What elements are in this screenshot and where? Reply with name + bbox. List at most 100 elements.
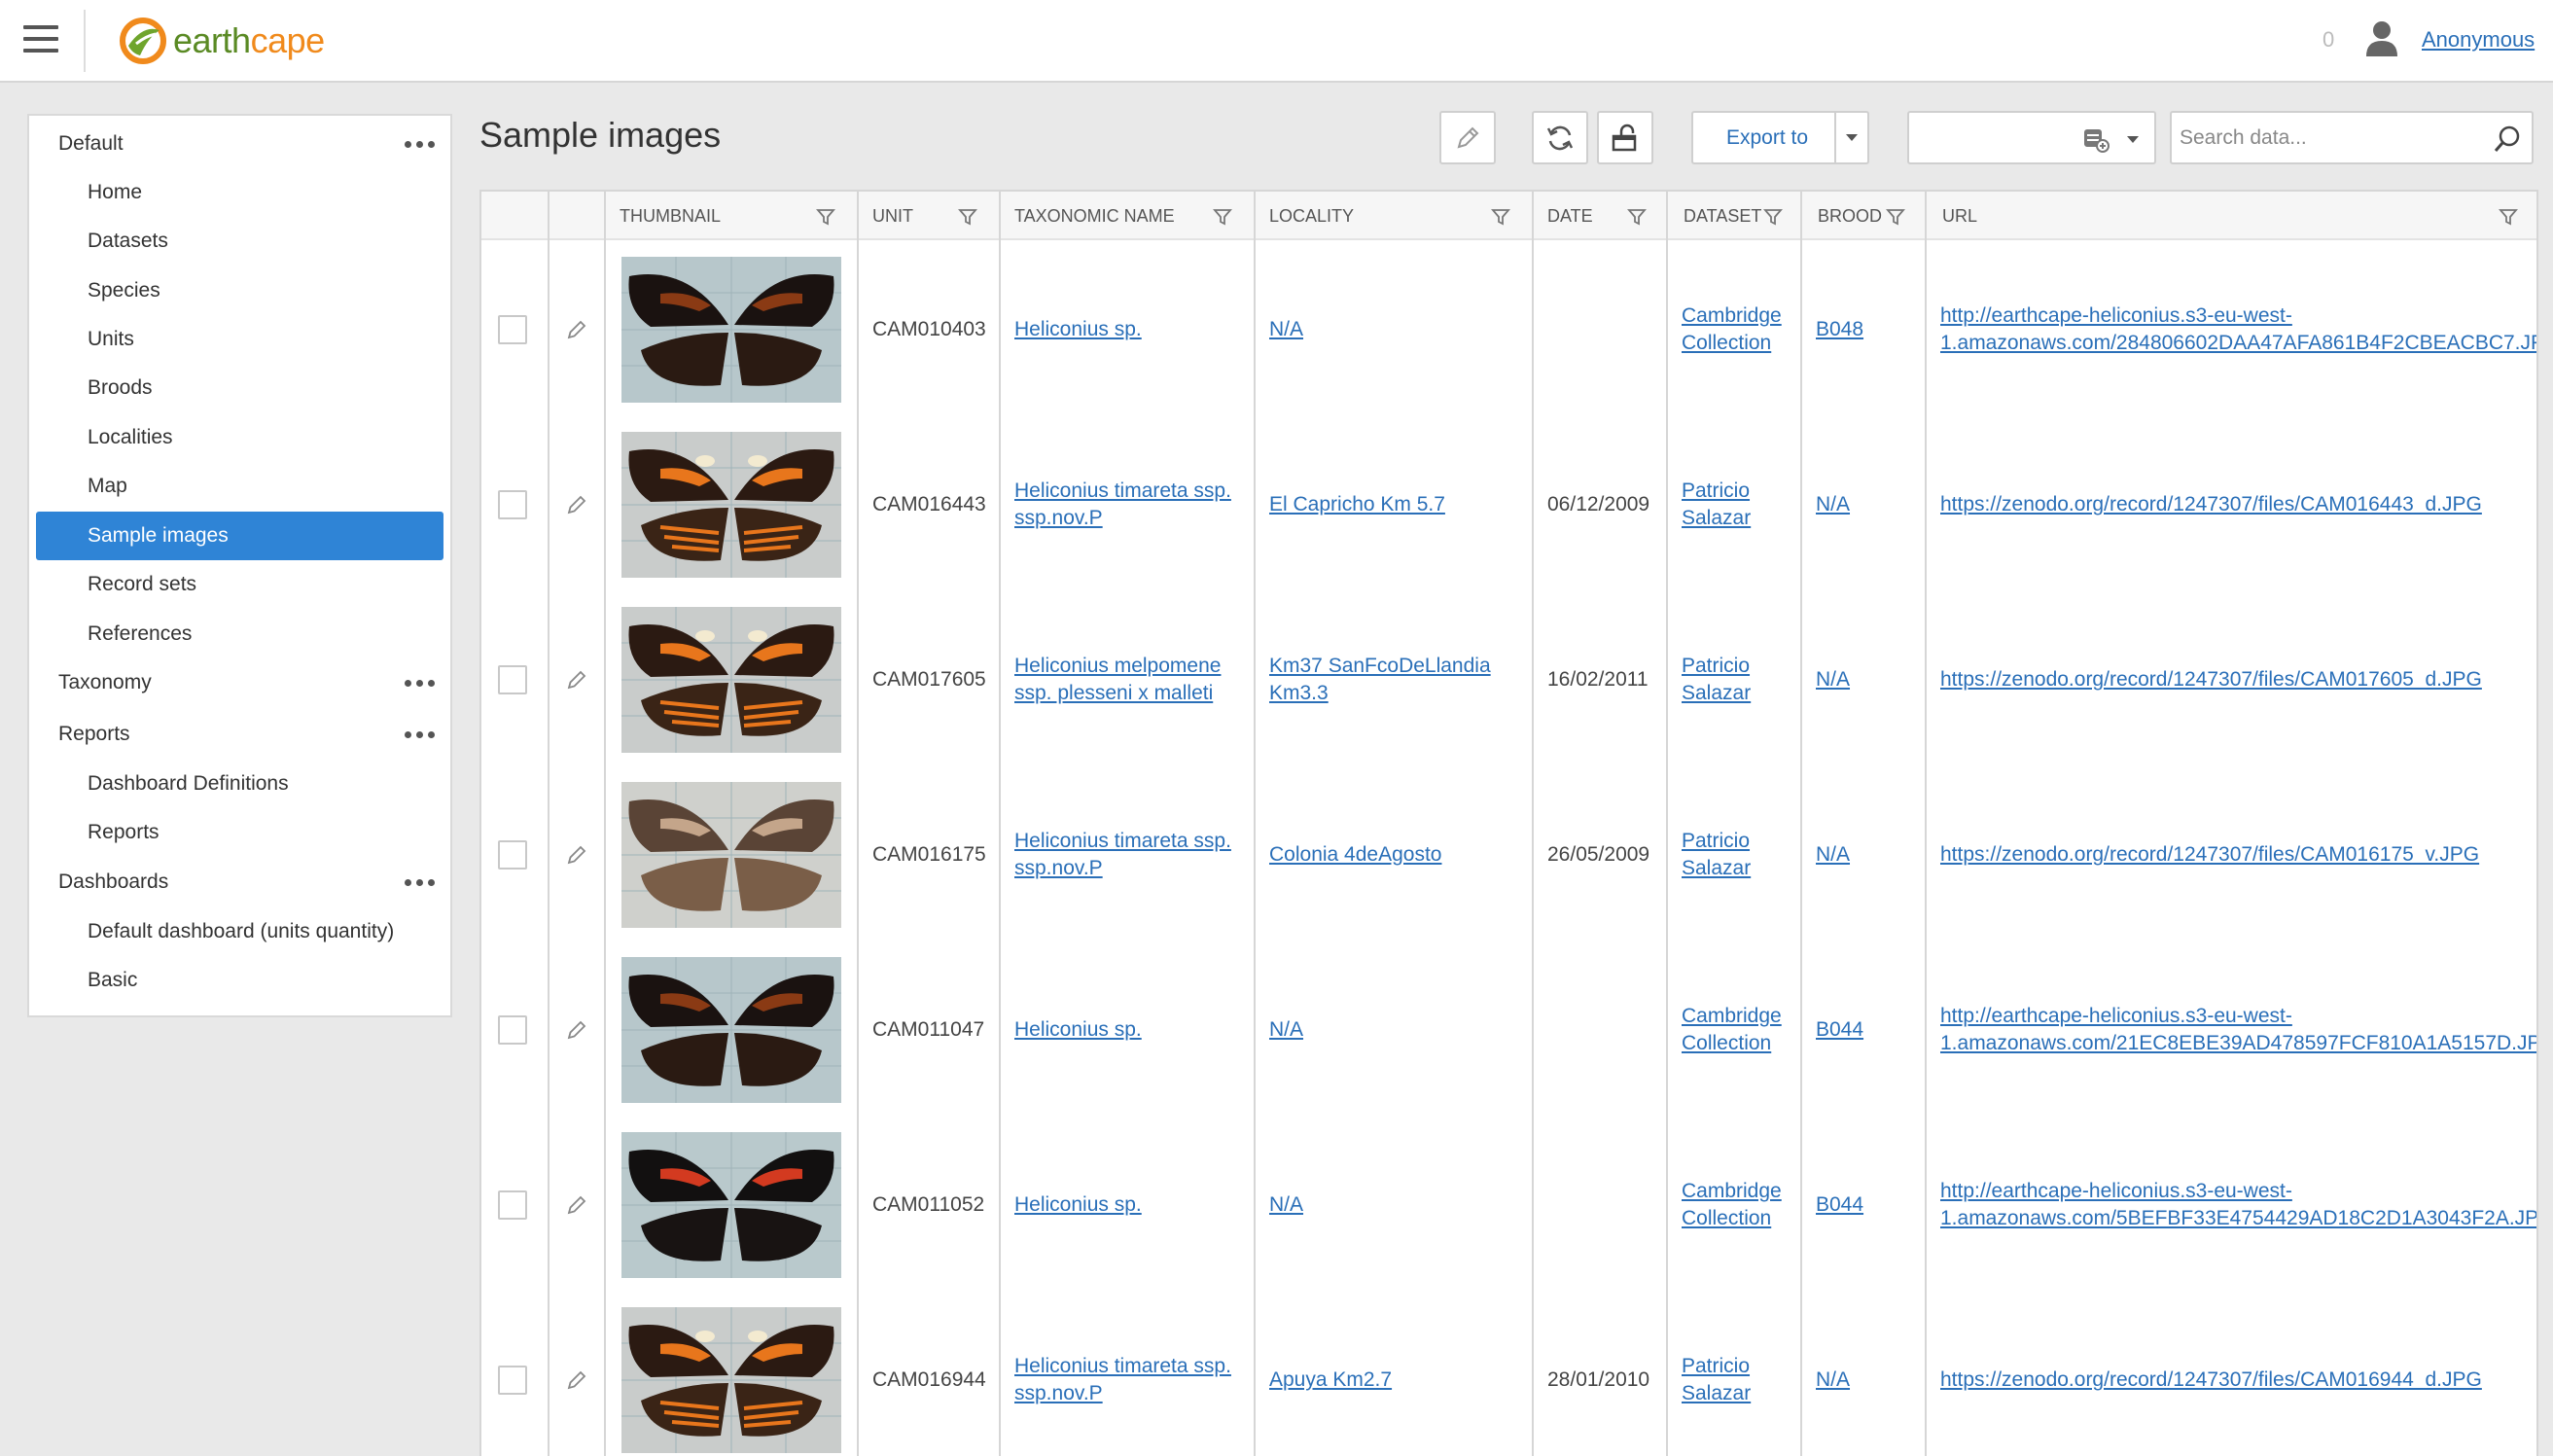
search-icon[interactable] [2493, 124, 2522, 154]
url-link[interactable]: https://zenodo.org/record/1247307/files/… [1940, 843, 2479, 866]
brood-cell[interactable]: N/A [1816, 491, 1850, 518]
dataset-link[interactable]: Cambridge Collection [1682, 304, 1782, 354]
edit-row-icon[interactable] [565, 1193, 588, 1217]
sidebar-item-home[interactable]: Home [29, 168, 450, 217]
url-cell[interactable]: https://zenodo.org/record/1247307/files/… [1940, 491, 2482, 518]
row-checkbox[interactable] [498, 1015, 527, 1045]
locality-cell[interactable]: Colonia 4deAgosto [1269, 841, 1441, 869]
column-header-dataset[interactable]: DATASET [1668, 192, 1761, 240]
sidebar-item-datasets[interactable]: Datasets [29, 217, 450, 266]
url-cell[interactable]: http://earthcape-heliconius.s3-eu-west- 1… [1940, 302, 2536, 357]
edit-row-icon[interactable] [565, 668, 588, 692]
sidebar-item-basic[interactable]: Basic [29, 956, 450, 1005]
column-header-locality[interactable]: LOCALITY [1254, 192, 1354, 240]
row-checkbox[interactable] [498, 665, 527, 694]
sidebar-item-reports[interactable]: Reports [29, 808, 450, 857]
nav-group-dashboards[interactable]: Dashboards [29, 858, 450, 906]
sidebar-item-default-dashboard[interactable]: Default dashboard (units quantity) [29, 907, 450, 956]
brood-link[interactable]: N/A [1816, 1368, 1850, 1391]
table-row[interactable]: CAM010403 Heliconius sp. N/A Cambridge Colle… [481, 242, 2536, 417]
url-cell[interactable]: http://earthcape-heliconius.s3-eu-west- 1… [1940, 1003, 2536, 1057]
filter-icon[interactable] [1491, 207, 1510, 227]
nav-group-default[interactable]: Default [29, 120, 450, 168]
column-header-date[interactable]: DATE [1532, 192, 1593, 240]
user-icon[interactable] [2365, 19, 2398, 58]
brood-link[interactable]: N/A [1816, 843, 1850, 866]
thumbnail-image[interactable] [621, 432, 841, 578]
brood-link[interactable]: B044 [1816, 1018, 1863, 1041]
edit-button[interactable] [1439, 111, 1496, 164]
sidebar-item-record-sets[interactable]: Record sets [29, 560, 450, 609]
sidebar-item-sample-images[interactable]: Sample images [36, 512, 443, 560]
edit-row-icon[interactable] [565, 1018, 588, 1042]
taxon-link[interactable]: Heliconius melpomene ssp. plesseni x mall… [1014, 655, 1221, 704]
locality-cell[interactable]: N/A [1269, 316, 1303, 343]
taxon-cell[interactable]: Heliconius sp. [1014, 316, 1142, 343]
more-icon[interactable] [405, 680, 435, 687]
thumbnail-image[interactable] [621, 257, 841, 403]
row-checkbox[interactable] [498, 490, 527, 519]
brood-cell[interactable]: N/A [1816, 666, 1850, 693]
locality-cell[interactable]: Apuya Km2.7 [1269, 1367, 1392, 1394]
nav-group-taxonomy[interactable]: Taxonomy [29, 658, 450, 707]
url-cell[interactable]: https://zenodo.org/record/1247307/files/… [1940, 841, 2479, 869]
url-cell[interactable]: http://earthcape-heliconius.s3-eu-west- 1… [1940, 1178, 2536, 1232]
column-header-thumbnail[interactable]: THUMBNAIL [604, 192, 721, 240]
thumbnail-image[interactable] [621, 957, 841, 1103]
locality-cell[interactable]: N/A [1269, 1191, 1303, 1219]
taxon-link[interactable]: Heliconius timareta ssp. ssp.nov.P [1014, 479, 1231, 529]
more-icon[interactable] [405, 879, 435, 886]
locality-link[interactable]: N/A [1269, 318, 1303, 340]
thumbnail-image[interactable] [621, 1132, 841, 1278]
dataset-link[interactable]: Cambridge Collection [1682, 1005, 1782, 1054]
taxon-link[interactable]: Heliconius sp. [1014, 1018, 1142, 1041]
earthcape-logo[interactable]: earthcape [119, 12, 325, 70]
table-row[interactable]: CAM016175 Heliconius timareta ssp. ssp.nov… [481, 767, 2536, 942]
edit-row-icon[interactable] [565, 843, 588, 867]
edit-row-icon[interactable] [565, 318, 588, 341]
taxon-cell[interactable]: Heliconius timareta ssp. ssp.nov.P [1014, 1353, 1231, 1407]
sidebar-item-broods[interactable]: Broods [29, 364, 450, 412]
dataset-cell[interactable]: Patricio Salazar [1682, 653, 1751, 707]
more-icon[interactable] [405, 141, 435, 148]
brood-link[interactable]: N/A [1816, 493, 1850, 515]
brood-link[interactable]: N/A [1816, 668, 1850, 691]
column-header-taxonomic-name[interactable]: TAXONOMIC NAME [999, 192, 1175, 240]
dataset-link[interactable]: Patricio Salazar [1682, 655, 1751, 704]
filter-icon[interactable] [1213, 207, 1232, 227]
column-header-unit[interactable]: UNIT [857, 192, 913, 240]
dataset-cell[interactable]: Patricio Salazar [1682, 478, 1751, 532]
table-row[interactable]: CAM011052 Heliconius sp. N/A Cambridge Colle… [481, 1118, 2536, 1293]
url-link[interactable]: http://earthcape-heliconius.s3-eu-west- 1… [1940, 304, 2536, 354]
refresh-button[interactable] [1532, 111, 1588, 164]
unlock-button[interactable] [1597, 111, 1653, 164]
brood-cell[interactable]: B044 [1816, 1016, 1863, 1044]
user-link[interactable]: Anonymous [2422, 27, 2535, 53]
table-row[interactable]: CAM016944 Heliconius timareta ssp. ssp.nov… [481, 1293, 2536, 1456]
filter-icon[interactable] [816, 207, 835, 227]
locality-cell[interactable]: Km37 SanFcoDeLlandia Km3.3 [1269, 653, 1491, 707]
brood-link[interactable]: B048 [1816, 318, 1863, 340]
row-checkbox[interactable] [498, 1190, 527, 1220]
dataset-link[interactable]: Patricio Salazar [1682, 479, 1751, 529]
brood-cell[interactable]: B048 [1816, 316, 1863, 343]
filter-icon[interactable] [1886, 207, 1905, 227]
dataset-link[interactable]: Cambridge Collection [1682, 1180, 1782, 1229]
dataset-cell[interactable]: Patricio Salazar [1682, 828, 1751, 882]
taxon-cell[interactable]: Heliconius melpomene ssp. plesseni x mall… [1014, 653, 1221, 707]
locality-cell[interactable]: El Capricho Km 5.7 [1269, 491, 1445, 518]
edit-row-icon[interactable] [565, 493, 588, 516]
dataset-cell[interactable]: Cambridge Collection [1682, 302, 1782, 357]
dataset-cell[interactable]: Cambridge Collection [1682, 1178, 1782, 1232]
thumbnail-image[interactable] [621, 782, 841, 928]
dataset-cell[interactable]: Cambridge Collection [1682, 1003, 1782, 1057]
row-checkbox[interactable] [498, 840, 527, 870]
sidebar-item-dashboard-definitions[interactable]: Dashboard Definitions [29, 760, 450, 808]
locality-link[interactable]: N/A [1269, 1193, 1303, 1216]
sidebar-item-species[interactable]: Species [29, 266, 450, 315]
sidebar-item-references[interactable]: References [29, 610, 450, 658]
taxon-cell[interactable]: Heliconius sp. [1014, 1191, 1142, 1219]
brood-link[interactable]: B044 [1816, 1193, 1863, 1216]
taxon-cell[interactable]: Heliconius sp. [1014, 1016, 1142, 1044]
url-cell[interactable]: https://zenodo.org/record/1247307/files/… [1940, 666, 2482, 693]
